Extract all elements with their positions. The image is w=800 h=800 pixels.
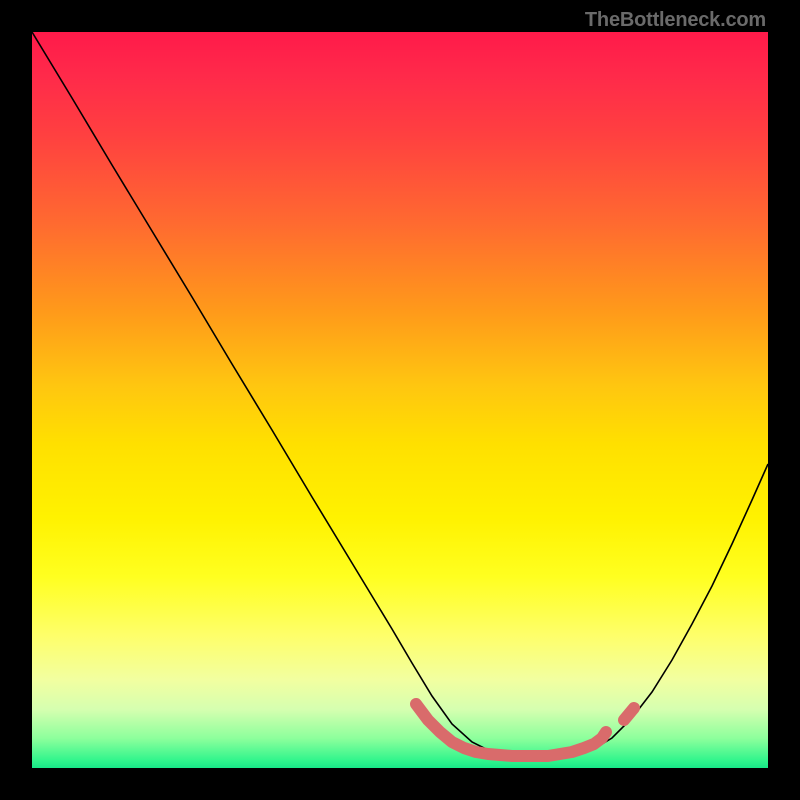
plot-area [32, 32, 768, 768]
chart-svg [32, 32, 768, 768]
bottleneck-curve [32, 32, 768, 758]
valley-highlight [416, 704, 606, 756]
valley-dot [624, 708, 634, 720]
watermark-text: TheBottleneck.com [585, 9, 766, 32]
